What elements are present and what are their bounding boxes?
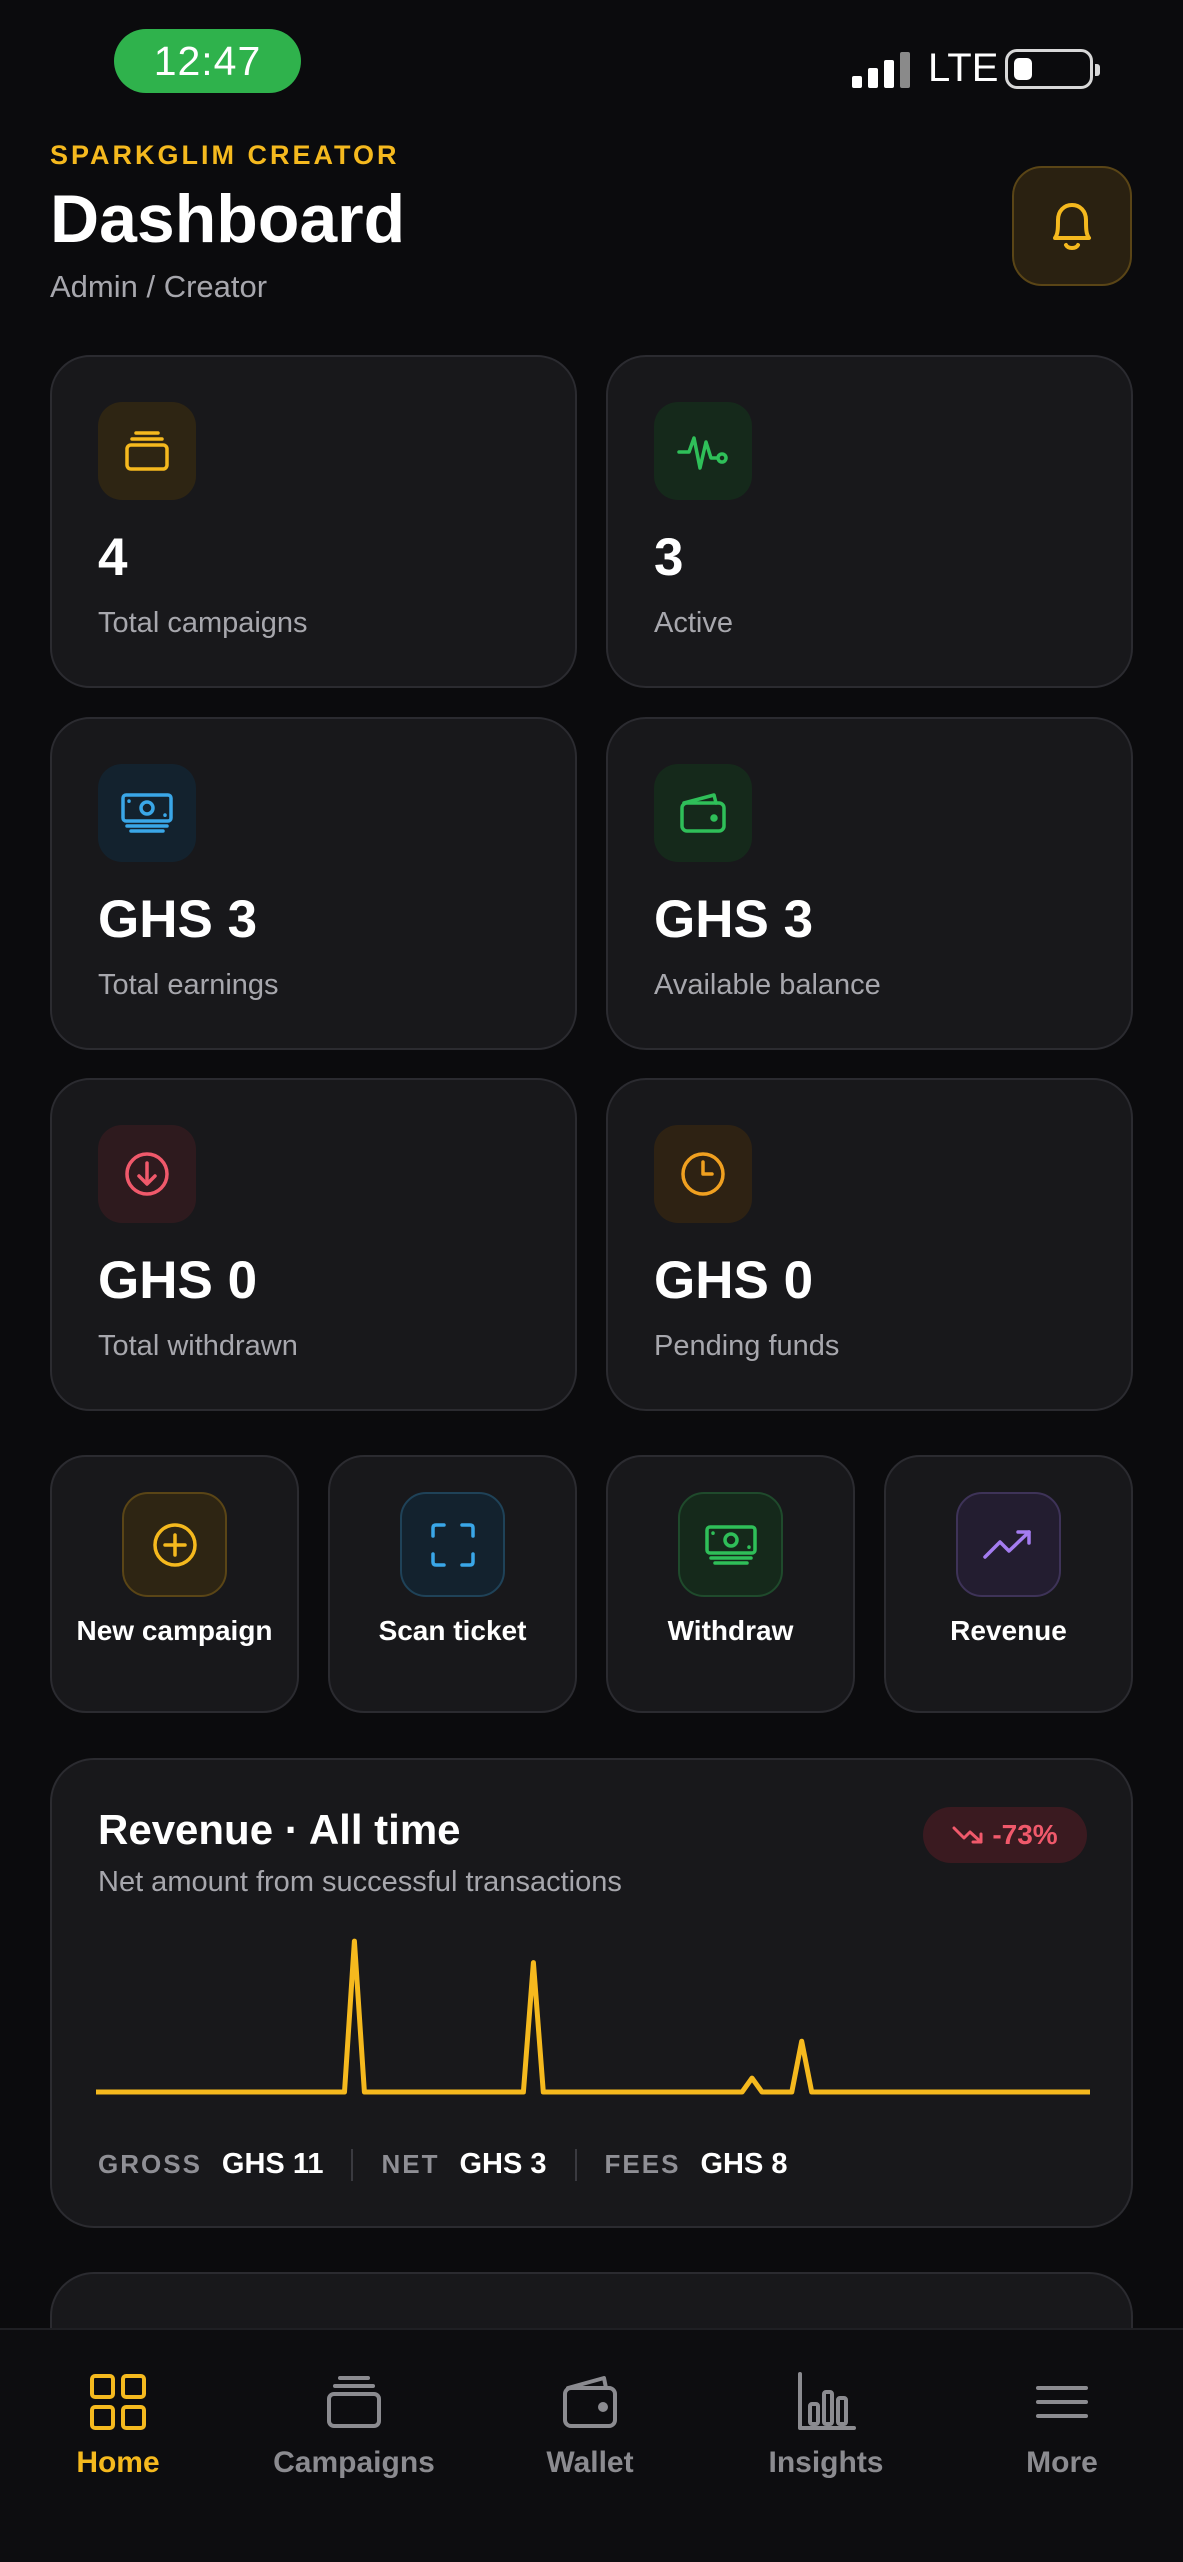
home-grid-icon — [90, 2374, 146, 2430]
new-campaign-button[interactable]: New campaign — [50, 1455, 299, 1713]
gross-value: GHS 11 — [221, 2148, 324, 2180]
revenue-series-line — [96, 1938, 1090, 2095]
stat-label: Available balance — [654, 969, 881, 1001]
bottom-tab-bar: Home Campaigns Wallet Insights More — [0, 2328, 1183, 2562]
bar-chart-icon — [798, 2372, 856, 2430]
status-bar: 12:47 LTE — [0, 0, 1183, 130]
revenue-line-chart — [96, 1938, 1090, 2095]
tab-label: Home — [76, 2446, 160, 2479]
stat-card-total-withdrawn[interactable]: GHS 0 Total withdrawn — [50, 1078, 577, 1411]
scan-ticket-button[interactable]: Scan ticket — [328, 1455, 577, 1713]
tab-label: Wallet — [546, 2446, 634, 2479]
notifications-button[interactable] — [1012, 166, 1132, 286]
stat-label: Pending funds — [654, 1330, 840, 1362]
net-value: GHS 3 — [459, 2148, 547, 2180]
page-header: SPARKGLIM CREATOR Dashboard Admin / Crea… — [50, 140, 405, 305]
status-time: 12:47 — [153, 37, 262, 84]
stat-label: Total withdrawn — [98, 1330, 298, 1362]
clock-pill: 12:47 — [114, 29, 301, 93]
tab-wallet[interactable]: Wallet — [472, 2330, 708, 2530]
change-value: -73% — [992, 1819, 1058, 1850]
divider — [574, 2148, 577, 2181]
quick-action-label: Withdraw — [667, 1615, 794, 1646]
stat-label: Total earnings — [98, 969, 279, 1001]
stat-value: 3 — [654, 528, 684, 587]
revenue-button[interactable]: Revenue — [884, 1455, 1133, 1713]
wallet-icon — [563, 2376, 617, 2428]
campaigns-stack-icon — [98, 402, 196, 500]
tab-home[interactable]: Home — [0, 2330, 236, 2530]
banknote-icon — [98, 764, 196, 862]
banknote-icon — [678, 1492, 783, 1597]
stat-card-pending-funds[interactable]: GHS 0 Pending funds — [606, 1078, 1133, 1411]
revenue-title: Revenue · All time — [98, 1806, 461, 1853]
page-title: Dashboard — [50, 181, 406, 257]
revenue-subtitle: Net amount from successful transactions — [98, 1866, 622, 1898]
net-label: NET — [381, 2149, 440, 2179]
tab-campaigns[interactable]: Campaigns — [236, 2330, 472, 2530]
tab-label: Insights — [768, 2446, 884, 2479]
network-type: LTE — [928, 46, 999, 90]
app-eyebrow: SPARKGLIM CREATOR — [50, 140, 400, 170]
stat-label: Total campaigns — [98, 607, 308, 639]
stat-value: GHS 3 — [654, 890, 814, 949]
download-circle-icon — [98, 1125, 196, 1223]
fees-value: GHS 8 — [700, 2148, 788, 2180]
trending-down-icon — [952, 1826, 983, 1844]
campaigns-stack-icon — [327, 2376, 381, 2428]
tab-insights[interactable]: Insights — [708, 2330, 944, 2530]
quick-action-label: Scan ticket — [378, 1615, 527, 1646]
tab-label: More — [1026, 2446, 1098, 2479]
battery-icon — [1005, 49, 1100, 89]
stat-card-available-balance[interactable]: GHS 3 Available balance — [606, 717, 1133, 1050]
quick-action-label: Revenue — [950, 1615, 1067, 1646]
stat-value: GHS 0 — [98, 1251, 258, 1310]
breadcrumb: Admin / Creator — [50, 269, 268, 304]
clock-icon — [654, 1125, 752, 1223]
stat-card-active[interactable]: 3 Active — [606, 355, 1133, 688]
stat-value: GHS 3 — [98, 890, 258, 949]
scan-frame-icon — [400, 1492, 505, 1597]
revenue-totals: GROSS GHS 11 NET GHS 3 FEES GHS 8 — [98, 2148, 787, 2181]
stat-label: Active — [654, 607, 733, 639]
stat-value: GHS 0 — [654, 1251, 814, 1310]
revenue-change-badge: -73% — [923, 1807, 1087, 1863]
stat-card-total-earnings[interactable]: GHS 3 Total earnings — [50, 717, 577, 1050]
wallet-icon — [654, 764, 752, 862]
trending-up-icon — [956, 1492, 1061, 1597]
withdraw-button[interactable]: Withdraw — [606, 1455, 855, 1713]
gross-label: GROSS — [98, 2149, 202, 2179]
stat-value: 4 — [98, 528, 128, 587]
tab-more[interactable]: More — [944, 2330, 1180, 2530]
plus-circle-icon — [122, 1492, 227, 1597]
tab-label: Campaigns — [273, 2446, 435, 2479]
fees-label: FEES — [604, 2149, 681, 2179]
signal-icon — [852, 52, 910, 88]
quick-action-label: New campaign — [76, 1615, 273, 1646]
revenue-card[interactable]: Revenue · All time Net amount from succe… — [50, 1758, 1133, 2228]
menu-icon — [1036, 2386, 1088, 2418]
stat-card-total-campaigns[interactable]: 4 Total campaigns — [50, 355, 577, 688]
divider — [351, 2148, 354, 2181]
bell-icon — [1053, 203, 1091, 250]
activity-pulse-icon — [654, 402, 752, 500]
